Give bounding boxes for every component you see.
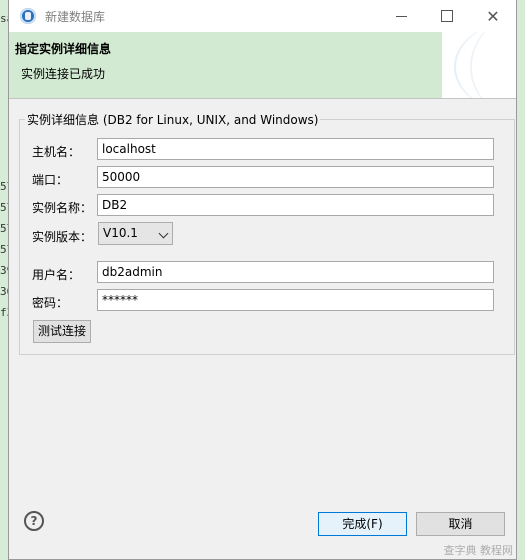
instance-version-value: V10.1 — [103, 226, 138, 240]
banner-status-message: 实例连接已成功 — [21, 67, 106, 81]
username-input[interactable]: db2admin — [97, 261, 494, 283]
header-banner: 指定实例详细信息 实例连接已成功 — [9, 32, 516, 99]
finish-button[interactable]: 完成(F) — [318, 512, 407, 536]
minimize-icon — [395, 15, 407, 17]
watermark: 查字典 教程网 — [443, 544, 514, 557]
maximize-icon — [441, 10, 453, 22]
banner-title: 指定实例详细信息 — [15, 42, 112, 56]
instance-details-legend: 实例详细信息 (DB2 for Linux, UNIX, and Windows… — [25, 111, 321, 128]
test-connection-button[interactable]: 测试连接 — [33, 320, 91, 343]
password-input[interactable]: ****** — [97, 289, 494, 311]
port-label: 端口： — [32, 173, 69, 187]
minimize-button[interactable] — [378, 0, 424, 32]
close-button[interactable]: ✕ — [470, 0, 516, 32]
new-database-dialog: 新建数据库 ✕ 指定实例详细信息 实例连接已成功 实例详细信息 (DB2 for… — [8, 0, 517, 560]
window-title: 新建数据库 — [45, 10, 106, 24]
banner-decoration — [442, 32, 516, 98]
username-label: 用户名： — [32, 268, 81, 282]
instance-version-label: 实例版本： — [32, 230, 93, 244]
chevron-down-icon — [158, 228, 169, 239]
host-label: 主机名： — [32, 145, 81, 159]
help-icon[interactable]: ? — [24, 511, 44, 531]
password-label: 密码： — [32, 296, 69, 310]
instance-version-select[interactable]: V10.1 — [98, 222, 173, 245]
close-icon: ✕ — [486, 6, 500, 26]
cancel-button[interactable]: 取消 — [416, 512, 505, 536]
port-input[interactable]: 50000 — [97, 166, 494, 188]
title-bar[interactable]: 新建数据库 ✕ — [9, 0, 516, 32]
database-app-icon — [20, 8, 36, 24]
maximize-button[interactable] — [424, 0, 470, 32]
background-right-panel — [517, 0, 525, 560]
instance-name-label: 实例名称： — [32, 201, 93, 215]
instance-name-input[interactable]: DB2 — [97, 194, 494, 216]
host-input[interactable]: localhost — [97, 138, 494, 160]
